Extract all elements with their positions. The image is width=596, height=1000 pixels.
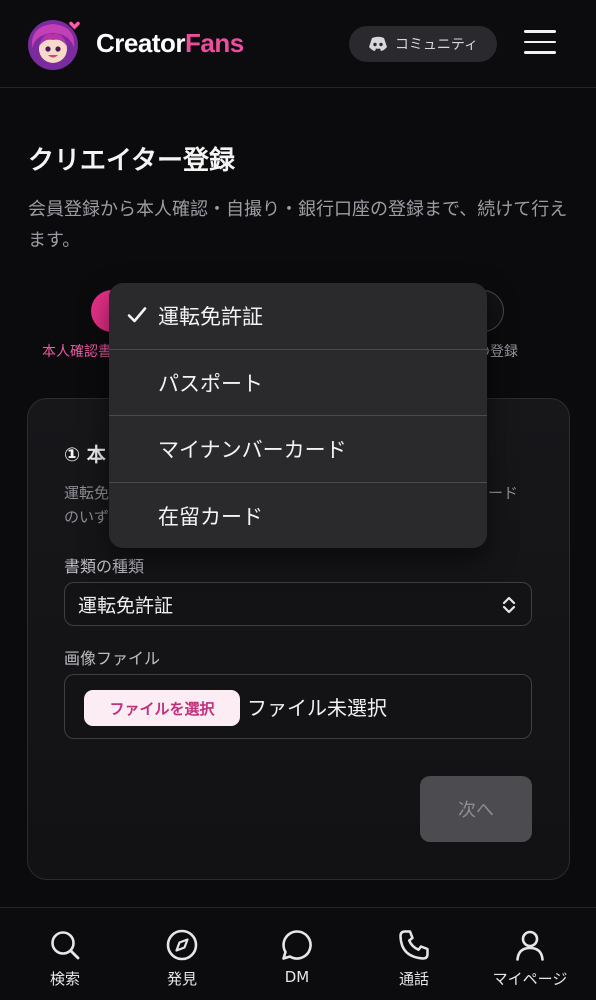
community-button-label: コミュニティ (394, 37, 479, 53)
nav-item-my-page[interactable]: マイページ (482, 908, 578, 1000)
nav-label-call: 通話 (398, 970, 429, 988)
nav-item-call[interactable]: 通話 (366, 908, 462, 1000)
dropdown-option-label: パスポート (158, 372, 263, 396)
choose-file-button[interactable]: ファイルを選択 (84, 690, 240, 726)
image-file-input[interactable]: ファイルを選択 ファイル未選択 (64, 674, 532, 739)
bottom-navigation: 検索 発見 DM 通話 マイページ (0, 907, 596, 1000)
card-description-line1-tail: ード (488, 484, 519, 502)
page-title: クリエイター登録 (28, 146, 235, 176)
hamburger-menu-icon[interactable] (524, 30, 556, 58)
doc-type-select-value: 運転免許証 (78, 594, 174, 617)
search-icon (51, 931, 80, 960)
card-description-line1: 運転免 (64, 484, 110, 502)
chat-bubble-icon (282, 930, 312, 960)
app-header: CreatorFans コミュニティ (0, 0, 596, 88)
user-icon (516, 930, 544, 961)
nav-item-search[interactable]: 検索 (17, 908, 113, 1000)
nav-label-my-page: マイページ (492, 970, 568, 988)
doc-type-label: 書類の種類 (64, 557, 145, 576)
dropdown-option-drivers-license[interactable]: 運転免許証 (109, 283, 487, 349)
discord-icon (368, 36, 387, 51)
step-label-identity: 本人確認書 (42, 344, 112, 360)
community-button[interactable]: コミュニティ (349, 26, 497, 62)
nav-label-dm: DM (284, 968, 310, 986)
dropdown-option-residence-card[interactable]: 在留カード (109, 483, 487, 548)
image-file-label: 画像ファイル (64, 649, 161, 668)
phone-icon (399, 930, 429, 960)
chevron-updown-icon (502, 596, 516, 614)
dropdown-option-my-number-card[interactable]: マイナンバーカード (109, 416, 487, 482)
dropdown-option-label: 運転免許証 (158, 305, 263, 329)
avatar-logo-icon[interactable] (26, 18, 80, 72)
nav-item-dm[interactable]: DM (249, 908, 345, 1000)
card-heading: ① 本 (64, 444, 106, 466)
file-status-text: ファイル未選択 (247, 696, 387, 720)
brand-logo-text[interactable]: CreatorFans (96, 28, 244, 59)
nav-label-discover: 発見 (166, 970, 197, 988)
nav-label-search: 検索 (49, 970, 80, 988)
next-button[interactable]: 次へ (420, 776, 532, 842)
card-description-line2: のいず (64, 508, 110, 526)
dropdown-option-label: マイナンバーカード (158, 438, 347, 462)
nav-item-discover[interactable]: 発見 (134, 908, 230, 1000)
compass-icon (166, 929, 198, 961)
dropdown-option-passport[interactable]: パスポート (109, 350, 487, 416)
dropdown-option-label: 在留カード (158, 505, 263, 529)
page-description: 会員登録から本人確認・自撮り・銀行口座の登録まで、続けて行えます。 (28, 199, 568, 251)
checkmark-icon (127, 307, 147, 323)
doc-type-select[interactable]: 運転免許証 (64, 582, 532, 626)
doc-type-dropdown-menu: 運転免許証 パスポート マイナンバーカード 在留カード (109, 283, 487, 548)
